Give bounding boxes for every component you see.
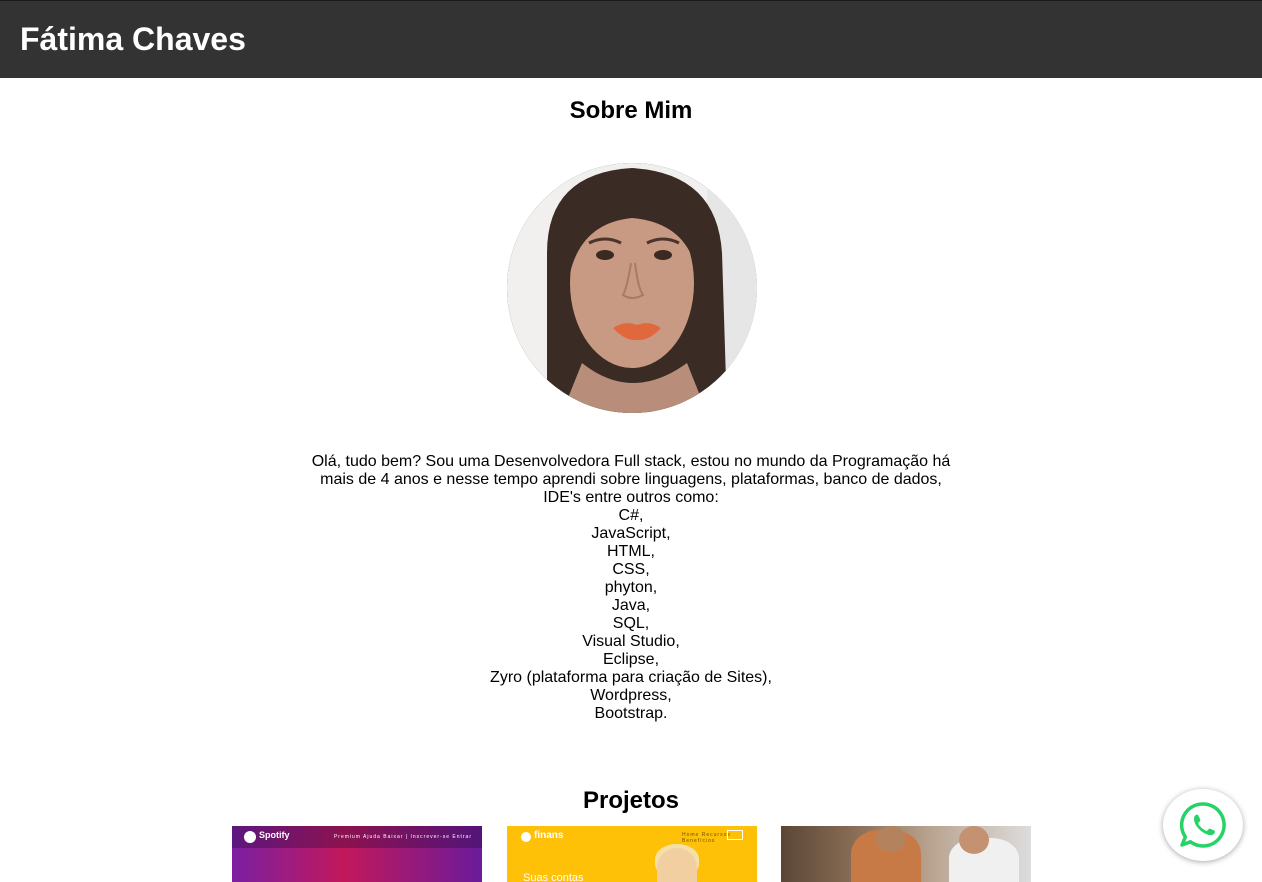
- project-thumbnail-spotify[interactable]: Spotify Premium Ajuda Baixar | Inscrever…: [232, 826, 482, 882]
- skill-item: C#,: [618, 507, 644, 524]
- about-section-title: Sobre Mim: [569, 97, 693, 124]
- team-photo-person-head: [876, 826, 906, 852]
- finans-logo-icon: [521, 832, 531, 842]
- site-title: Fátima Chaves: [20, 21, 246, 57]
- skill-item: Java,: [611, 597, 651, 614]
- skill-item: HTML,: [607, 543, 655, 560]
- skill-item: CSS,: [612, 561, 650, 578]
- profile-photo: [507, 163, 757, 413]
- about-intro: Olá, tudo bem? Sou uma Desenvolvedora Fu…: [311, 453, 951, 506]
- spotify-logo-icon: [244, 831, 256, 843]
- site-header: Fátima Chaves: [0, 0, 1262, 78]
- projects-gallery: Spotify Premium Ajuda Baixar | Inscrever…: [232, 826, 1032, 882]
- skill-item: Visual Studio,: [582, 633, 680, 650]
- skill-item: JavaScript,: [591, 525, 671, 542]
- skill-item: Eclipse,: [602, 651, 660, 668]
- projects-section-title: Projetos: [582, 787, 680, 814]
- whatsapp-button[interactable]: [1163, 789, 1243, 861]
- project-thumbnail-team[interactable]: [781, 826, 1031, 882]
- finans-brand: finans: [534, 830, 564, 841]
- spotify-brand: Spotify: [259, 830, 290, 840]
- finans-hero-person: [657, 848, 697, 882]
- skill-item: phyton,: [604, 579, 658, 596]
- spotify-nav-links: Premium Ajuda Baixar | Inscrever-se Entr…: [333, 834, 472, 840]
- about-text: Olá, tudo bem? Sou uma Desenvolvedora Fu…: [231, 453, 1031, 723]
- finans-nav-links: Home Recursos Benefícios: [682, 832, 731, 844]
- whatsapp-icon: [1179, 802, 1226, 848]
- team-photo-person-head: [959, 826, 989, 854]
- profile-photo-illustration: [507, 163, 757, 413]
- finans-tagline: Suas contas: [523, 872, 584, 882]
- skill-item: SQL,: [612, 615, 650, 632]
- skill-item: Zyro (plataforma para criação de Sites),: [490, 669, 772, 686]
- project-thumbnail-finans[interactable]: finans Home Recursos Benefícios Suas con…: [507, 826, 757, 882]
- skill-item: Wordpress,: [590, 687, 672, 704]
- finans-nav-button: [727, 830, 743, 840]
- skill-item: Bootstrap.: [594, 705, 668, 722]
